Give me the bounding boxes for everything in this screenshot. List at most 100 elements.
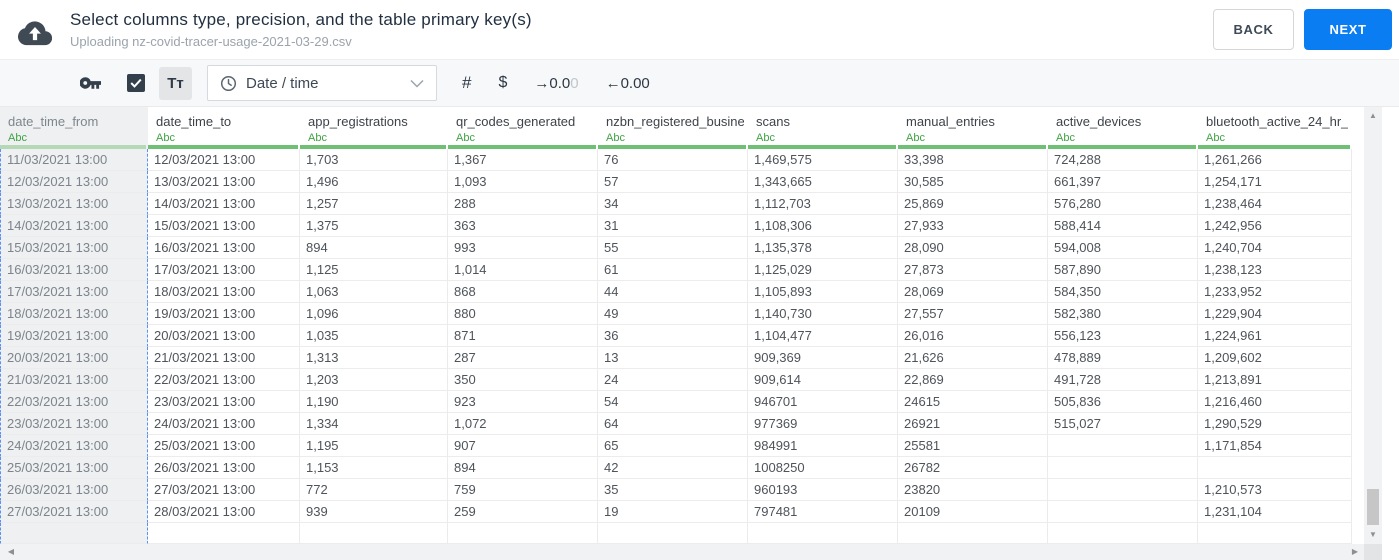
table-cell[interactable]: 34 — [598, 193, 748, 215]
table-cell[interactable]: 923 — [448, 391, 598, 413]
table-cell[interactable]: 1,135,378 — [748, 237, 898, 259]
currency-type-button[interactable]: $ — [498, 74, 507, 92]
table-cell[interactable]: 1,334 — [300, 413, 448, 435]
table-cell[interactable]: 946701 — [748, 391, 898, 413]
table-cell[interactable]: 1,240,704 — [1198, 237, 1352, 259]
table-cell[interactable]: 22/03/2021 13:00 — [0, 391, 148, 413]
number-type-button[interactable]: # — [462, 73, 471, 93]
table-cell[interactable]: 1,242,956 — [1198, 215, 1352, 237]
table-cell[interactable]: 24615 — [898, 391, 1048, 413]
column-header-nzbn_registered_busine[interactable]: nzbn_registered_busine Abc — [598, 107, 748, 149]
column-header-manual_entries[interactable]: manual_entries Abc — [898, 107, 1048, 149]
scroll-left-arrow[interactable]: ◀ — [4, 544, 18, 560]
table-cell[interactable]: 287 — [448, 347, 598, 369]
table-cell[interactable]: 33,398 — [898, 149, 1048, 171]
column-header-scans[interactable]: scans Abc — [748, 107, 898, 149]
table-cell[interactable]: 42 — [598, 457, 748, 479]
scroll-down-arrow[interactable]: ▼ — [1364, 528, 1382, 542]
table-cell[interactable]: 49 — [598, 303, 748, 325]
table-cell[interactable]: 1,093 — [448, 171, 598, 193]
table-cell[interactable]: 363 — [448, 215, 598, 237]
text-type-button[interactable]: Tᴛ — [159, 66, 192, 100]
table-cell[interactable]: 17/03/2021 13:00 — [0, 281, 148, 303]
table-cell[interactable]: 1,063 — [300, 281, 448, 303]
decrease-decimal-button[interactable]: ←0.00 — [606, 75, 650, 92]
column-header-bluetooth_active_24_hr_[interactable]: bluetooth_active_24_hr_ Abc — [1198, 107, 1352, 149]
column-header-active_devices[interactable]: active_devices Abc — [1048, 107, 1198, 149]
table-cell[interactable] — [1198, 457, 1352, 479]
table-cell[interactable]: 871 — [448, 325, 598, 347]
table-cell[interactable]: 65 — [598, 435, 748, 457]
table-cell[interactable]: 24/03/2021 13:00 — [148, 413, 300, 435]
table-cell[interactable]: 505,836 — [1048, 391, 1198, 413]
table-cell[interactable]: 1,313 — [300, 347, 448, 369]
table-cell[interactable]: 20/03/2021 13:00 — [148, 325, 300, 347]
table-cell[interactable]: 909,369 — [748, 347, 898, 369]
table-cell[interactable]: 76 — [598, 149, 748, 171]
scroll-up-arrow[interactable]: ▲ — [1364, 109, 1382, 123]
table-cell[interactable]: 1,216,460 — [1198, 391, 1352, 413]
table-cell[interactable]: 26,016 — [898, 325, 1048, 347]
table-cell[interactable]: 27,933 — [898, 215, 1048, 237]
table-cell[interactable]: 1,290,529 — [1198, 413, 1352, 435]
table-cell[interactable] — [748, 523, 898, 544]
table-cell[interactable]: 14/03/2021 13:00 — [0, 215, 148, 237]
table-cell[interactable]: 1008250 — [748, 457, 898, 479]
table-cell[interactable]: 594,008 — [1048, 237, 1198, 259]
table-cell[interactable]: 14/03/2021 13:00 — [148, 193, 300, 215]
table-cell[interactable]: 30,585 — [898, 171, 1048, 193]
table-cell[interactable]: 28/03/2021 13:00 — [148, 501, 300, 523]
column-include-checkbox[interactable] — [127, 74, 145, 92]
scroll-right-arrow[interactable]: ▶ — [1348, 544, 1362, 560]
table-cell[interactable]: 1,072 — [448, 413, 598, 435]
table-cell[interactable]: 25/03/2021 13:00 — [0, 457, 148, 479]
table-cell[interactable]: 44 — [598, 281, 748, 303]
table-cell[interactable]: 1,229,904 — [1198, 303, 1352, 325]
table-cell[interactable]: 960193 — [748, 479, 898, 501]
table-cell[interactable]: 894 — [300, 237, 448, 259]
table-cell[interactable]: 23820 — [898, 479, 1048, 501]
table-cell[interactable]: 16/03/2021 13:00 — [148, 237, 300, 259]
table-cell[interactable]: 556,123 — [1048, 325, 1198, 347]
table-cell[interactable]: 880 — [448, 303, 598, 325]
back-button[interactable]: BACK — [1213, 9, 1294, 50]
table-cell[interactable]: 26782 — [898, 457, 1048, 479]
table-cell[interactable]: 1,238,123 — [1198, 259, 1352, 281]
table-cell[interactable] — [1048, 501, 1198, 523]
table-cell[interactable]: 772 — [300, 479, 448, 501]
table-cell[interactable]: 1,125 — [300, 259, 448, 281]
table-cell[interactable]: 1,367 — [448, 149, 598, 171]
table-cell[interactable]: 1,014 — [448, 259, 598, 281]
table-cell[interactable]: 23/03/2021 13:00 — [148, 391, 300, 413]
table-cell[interactable]: 1,496 — [300, 171, 448, 193]
table-cell[interactable]: 907 — [448, 435, 598, 457]
table-cell[interactable]: 1,233,952 — [1198, 281, 1352, 303]
column-header-qr_codes_generated[interactable]: qr_codes_generated Abc — [448, 107, 598, 149]
table-cell[interactable]: 13/03/2021 13:00 — [148, 171, 300, 193]
table-cell[interactable]: 909,614 — [748, 369, 898, 391]
table-cell[interactable]: 288 — [448, 193, 598, 215]
table-cell[interactable]: 26/03/2021 13:00 — [148, 457, 300, 479]
table-cell[interactable]: 588,414 — [1048, 215, 1198, 237]
table-cell[interactable]: 797481 — [748, 501, 898, 523]
table-cell[interactable]: 1,112,703 — [748, 193, 898, 215]
table-cell[interactable]: 1,140,730 — [748, 303, 898, 325]
table-cell[interactable]: 515,027 — [1048, 413, 1198, 435]
table-cell[interactable]: 26/03/2021 13:00 — [0, 479, 148, 501]
table-cell[interactable]: 12/03/2021 13:00 — [148, 149, 300, 171]
table-cell[interactable]: 1,104,477 — [748, 325, 898, 347]
table-cell[interactable]: 724,288 — [1048, 149, 1198, 171]
table-cell[interactable] — [0, 523, 148, 544]
table-cell[interactable] — [448, 523, 598, 544]
table-cell[interactable] — [898, 523, 1048, 544]
table-cell[interactable]: 35 — [598, 479, 748, 501]
table-cell[interactable]: 894 — [448, 457, 598, 479]
table-cell[interactable]: 1,703 — [300, 149, 448, 171]
table-cell[interactable] — [300, 523, 448, 544]
table-cell[interactable]: 1,171,854 — [1198, 435, 1352, 457]
table-cell[interactable]: 1,105,893 — [748, 281, 898, 303]
table-cell[interactable]: 27/03/2021 13:00 — [0, 501, 148, 523]
table-cell[interactable]: 1,224,961 — [1198, 325, 1352, 347]
table-cell[interactable]: 13 — [598, 347, 748, 369]
table-cell[interactable]: 1,469,575 — [748, 149, 898, 171]
